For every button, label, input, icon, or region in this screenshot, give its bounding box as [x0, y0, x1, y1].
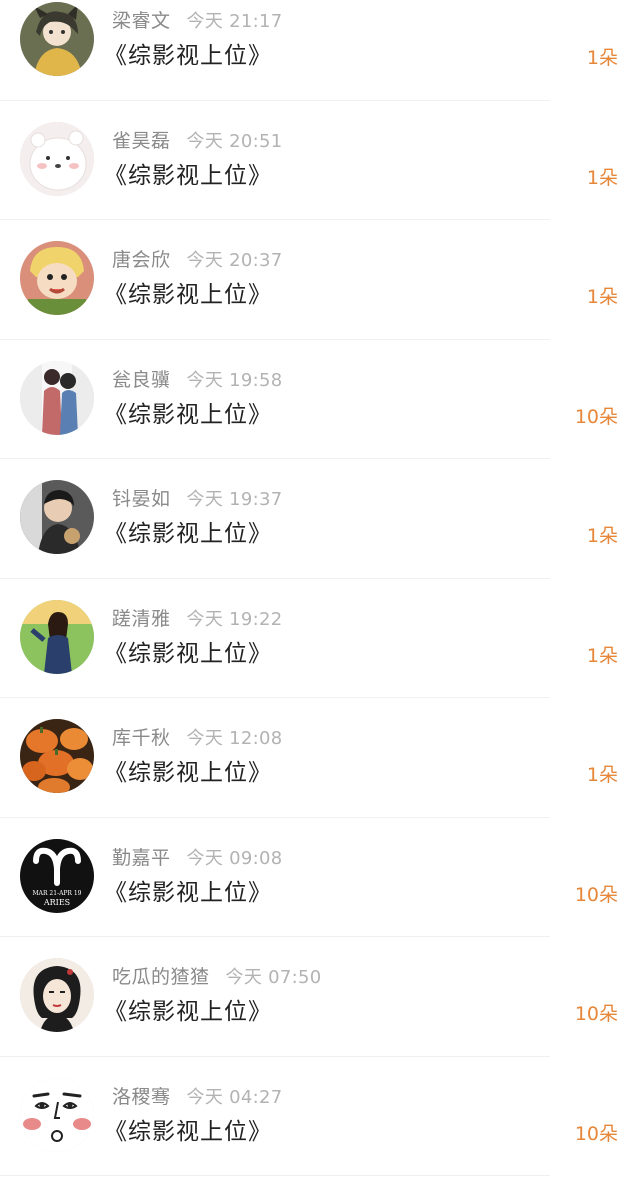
- avatar[interactable]: MAR 21-APR 19 ARIES: [20, 839, 94, 913]
- book-title[interactable]: 《综影视上位》: [104, 158, 272, 194]
- couple-photo-icon: [20, 361, 94, 435]
- avatar[interactable]: [20, 241, 94, 315]
- user-name[interactable]: 洛稷骞: [112, 1086, 171, 1108]
- aries-date-text: MAR 21-APR 19: [33, 890, 82, 897]
- divider: [0, 458, 550, 459]
- timestamp: 今天 12:08: [187, 728, 283, 749]
- timestamp: 今天 20:37: [187, 250, 283, 271]
- flower-amount: 1朵: [587, 757, 618, 793]
- cartoon-character-icon: [20, 241, 94, 315]
- divider: [0, 936, 550, 937]
- avatar[interactable]: [20, 1078, 94, 1152]
- avatar[interactable]: [20, 719, 94, 793]
- divider: [0, 1175, 550, 1176]
- timestamp: 今天 07:50: [226, 967, 322, 988]
- divider: [0, 339, 550, 340]
- book-title[interactable]: 《综影视上位》: [104, 277, 272, 313]
- avatar[interactable]: [20, 2, 94, 76]
- comment-list: 梁睿文今天 21:17 《综影视上位》 1朵 雀昊磊今天 20:51 《综影视上…: [0, 0, 640, 1195]
- list-item[interactable]: 洛稷骞今天 04:27 《综影视上位》 10朵: [0, 1076, 640, 1195]
- flower-amount: 1朵: [587, 40, 618, 76]
- user-name[interactable]: 唐会欣: [112, 249, 171, 271]
- flower-amount: 1朵: [587, 279, 618, 315]
- comment-meta: 勤嘉平今天 09:08: [112, 843, 283, 873]
- timestamp: 今天 19:22: [187, 609, 283, 630]
- user-name[interactable]: 钭晏如: [112, 488, 171, 510]
- aries-icon: MAR 21-APR 19 ARIES: [20, 839, 94, 913]
- timestamp: 今天 04:27: [187, 1087, 283, 1108]
- comment-meta: 钭晏如今天 19:37: [112, 484, 283, 514]
- book-title[interactable]: 《综影视上位》: [104, 516, 272, 552]
- flower-amount: 10朵: [575, 1116, 618, 1152]
- list-item[interactable]: MAR 21-APR 19 ARIES 勤嘉平今天 09:08 《综影视上位》 …: [0, 837, 640, 957]
- book-title[interactable]: 《综影视上位》: [104, 636, 272, 672]
- book-title[interactable]: 《综影视上位》: [104, 38, 272, 74]
- flower-amount: 1朵: [587, 160, 618, 196]
- book-title[interactable]: 《综影视上位》: [104, 1114, 272, 1150]
- cartoon-girl-icon: [20, 2, 94, 76]
- user-name[interactable]: 雀昊磊: [112, 130, 171, 152]
- list-item[interactable]: 钭晏如今天 19:37 《综影视上位》 1朵: [0, 478, 640, 598]
- list-item[interactable]: 雀昊磊今天 20:51 《综影视上位》 1朵: [0, 120, 640, 240]
- divider: [0, 817, 550, 818]
- comment-meta: 唐会欣今天 20:37: [112, 245, 283, 275]
- pumpkins-icon: [20, 719, 94, 793]
- avatar[interactable]: [20, 122, 94, 196]
- user-name[interactable]: 勤嘉平: [112, 847, 171, 869]
- divider: [0, 697, 550, 698]
- flower-amount: 10朵: [575, 877, 618, 913]
- timestamp: 今天 09:08: [187, 848, 283, 869]
- divider: [0, 100, 550, 101]
- comment-meta: 蹉清雅今天 19:22: [112, 604, 283, 634]
- list-item[interactable]: 瓮良骥今天 19:58 《综影视上位》 10朵: [0, 359, 640, 479]
- book-title[interactable]: 《综影视上位》: [104, 755, 272, 791]
- comment-meta: 吃瓜的猹猹今天 07:50: [112, 962, 322, 992]
- flower-amount: 10朵: [575, 996, 618, 1032]
- list-item[interactable]: 库千秋今天 12:08 《综影视上位》 1朵: [0, 717, 640, 837]
- timestamp: 今天 19:58: [187, 370, 283, 391]
- avatar[interactable]: [20, 958, 94, 1032]
- user-name[interactable]: 库千秋: [112, 727, 171, 749]
- flower-amount: 1朵: [587, 518, 618, 554]
- man-photo-icon: [20, 480, 94, 554]
- comment-meta: 雀昊磊今天 20:51: [112, 126, 283, 156]
- comment-meta: 瓮良骥今天 19:58: [112, 365, 283, 395]
- divider: [0, 578, 550, 579]
- avatar[interactable]: [20, 600, 94, 674]
- timestamp: 今天 19:37: [187, 489, 283, 510]
- list-item[interactable]: 唐会欣今天 20:37 《综影视上位》 1朵: [0, 239, 640, 359]
- list-item[interactable]: 蹉清雅今天 19:22 《综影视上位》 1朵: [0, 598, 640, 718]
- user-name[interactable]: 蹉清雅: [112, 608, 171, 630]
- user-name[interactable]: 瓮良骥: [112, 369, 171, 391]
- list-item[interactable]: 梁睿文今天 21:17 《综影视上位》 1朵: [0, 0, 640, 120]
- girl-photo-icon: [20, 600, 94, 674]
- user-name[interactable]: 吃瓜的猹猹: [112, 966, 210, 988]
- divider: [0, 1056, 550, 1057]
- comment-meta: 梁睿文今天 21:17: [112, 6, 283, 36]
- white-bear-icon: [20, 122, 94, 196]
- comment-meta: 库千秋今天 12:08: [112, 723, 283, 753]
- user-name[interactable]: 梁睿文: [112, 10, 171, 32]
- flower-amount: 1朵: [587, 638, 618, 674]
- book-title[interactable]: 《综影视上位》: [104, 397, 272, 433]
- avatar[interactable]: [20, 361, 94, 435]
- flower-amount: 10朵: [575, 399, 618, 435]
- blush-face-icon: [20, 1078, 94, 1152]
- aries-label-text: ARIES: [43, 898, 70, 907]
- avatar[interactable]: [20, 480, 94, 554]
- timestamp: 今天 21:17: [187, 11, 283, 32]
- book-title[interactable]: 《综影视上位》: [104, 875, 272, 911]
- ink-girl-icon: [20, 958, 94, 1032]
- divider: [0, 219, 550, 220]
- timestamp: 今天 20:51: [187, 131, 283, 152]
- list-item[interactable]: 吃瓜的猹猹今天 07:50 《综影视上位》 10朵: [0, 956, 640, 1076]
- book-title[interactable]: 《综影视上位》: [104, 994, 272, 1030]
- comment-meta: 洛稷骞今天 04:27: [112, 1082, 283, 1112]
